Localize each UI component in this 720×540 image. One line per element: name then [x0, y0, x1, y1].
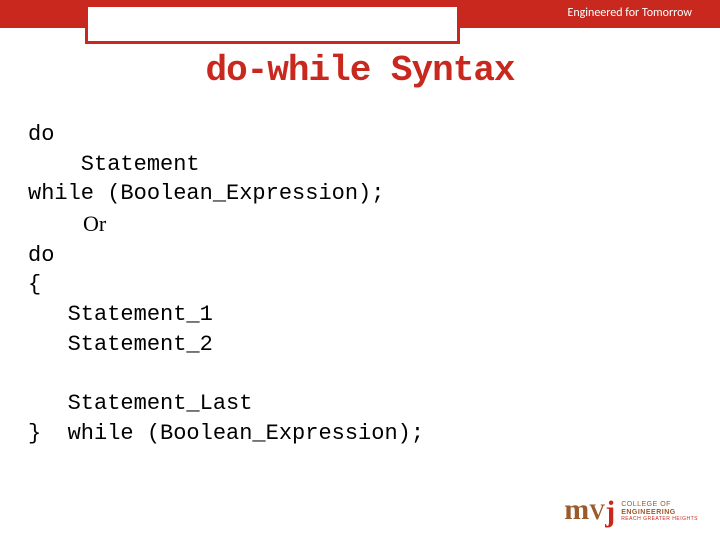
logo-line1: COLLEGE OF [621, 501, 698, 509]
code-line: Statement_2 [28, 332, 213, 357]
slide-title: do-while Syntax [0, 50, 720, 91]
logo-text: COLLEGE OF ENGINEERING REACH GREATER HEI… [621, 501, 698, 522]
code-line: Statement [28, 152, 200, 177]
logo-line3: REACH GREATER HEIGHTS [621, 517, 698, 523]
code-line: while (Boolean_Expression); [28, 181, 384, 206]
code-block: do Statement while (Boolean_Expression);… [28, 120, 692, 449]
tagline: Engineered for Tomorrow [567, 6, 692, 20]
title-tab [85, 4, 460, 44]
mvj-logo: mVj COLLEGE OF ENGINEERING REACH GREATER… [564, 498, 698, 522]
code-line: Statement_Last [28, 391, 252, 416]
logo-m-icon: mVj [564, 498, 615, 522]
code-line: { [28, 272, 41, 297]
or-label: Or [28, 211, 106, 236]
code-line: do [28, 122, 54, 147]
code-line: } while (Boolean_Expression); [28, 421, 424, 446]
slide: Engineered for Tomorrow do-while Syntax … [0, 0, 720, 540]
code-line: do [28, 243, 54, 268]
code-line: Statement_1 [28, 302, 213, 327]
